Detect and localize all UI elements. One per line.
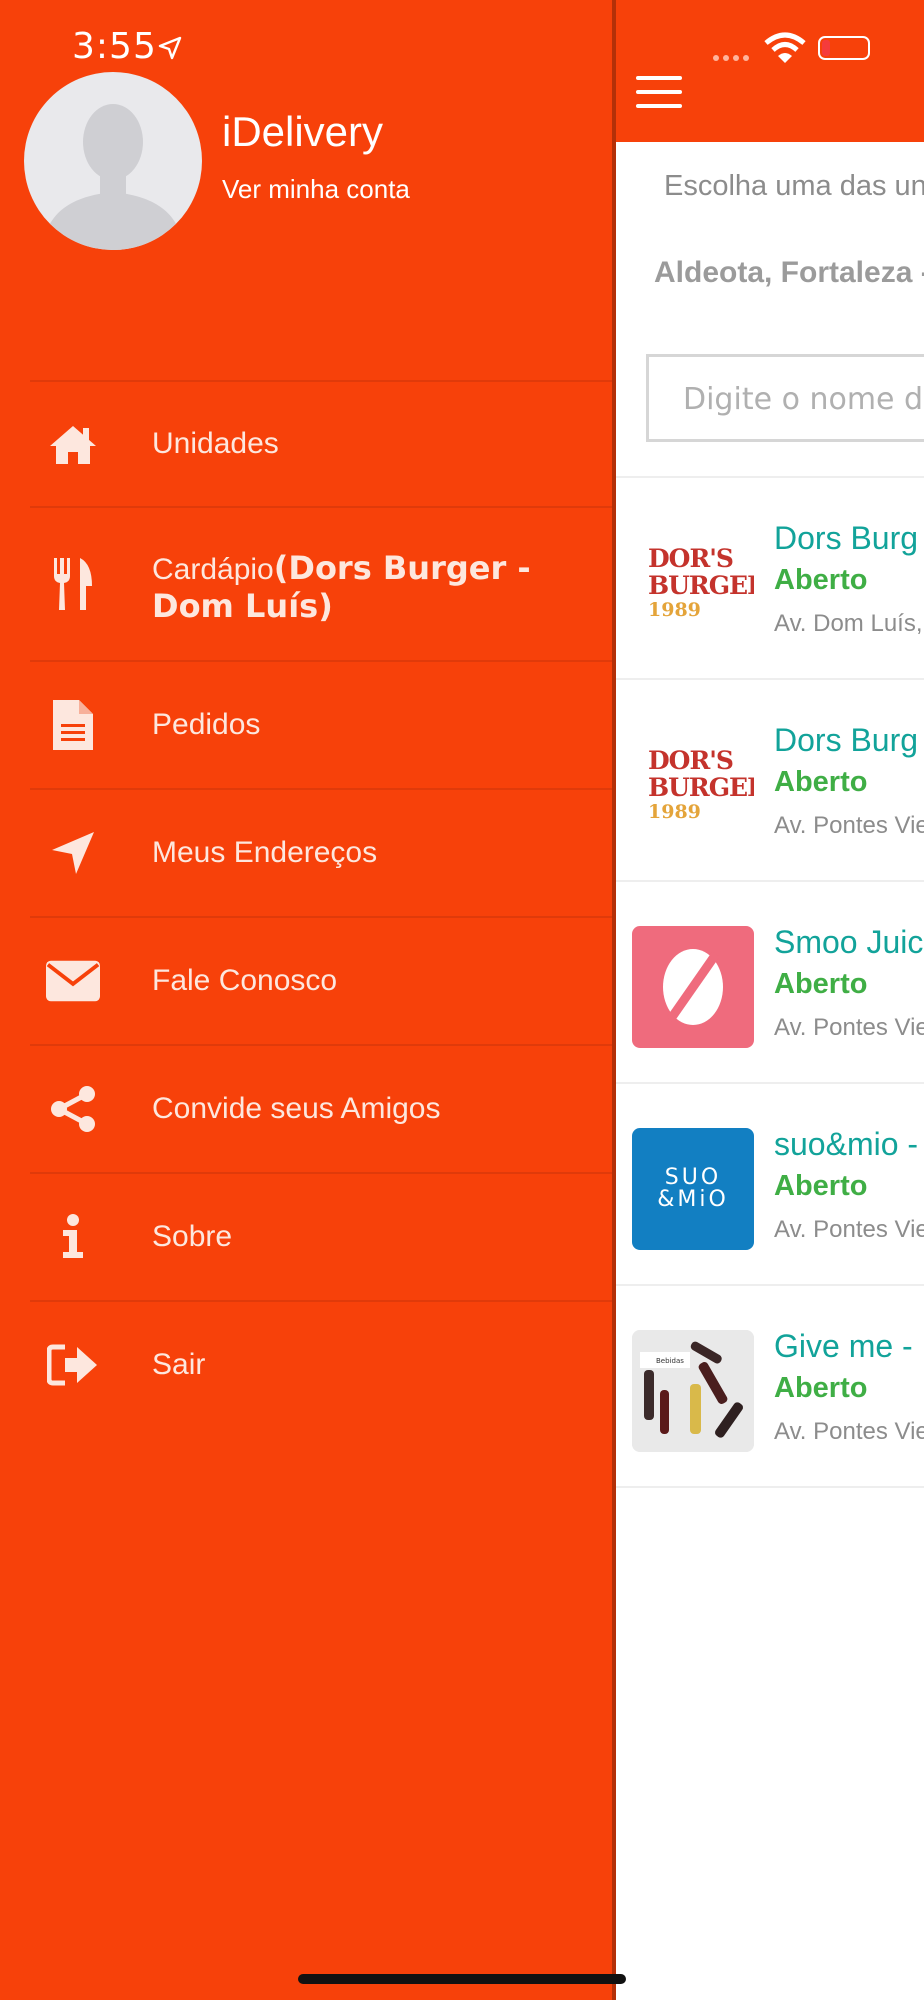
choose-unit-text: Escolha uma das unida [664,170,924,202]
document-icon [46,698,100,752]
envelope-icon [46,954,100,1008]
give-me-logo: Bebidas [632,1330,754,1452]
logo-text: 1989 [648,599,701,621]
wine-bottles-photo: Bebidas [632,1330,754,1452]
dors-burger-logo: DOR'S BURGER 1989 [632,522,754,644]
unit-row[interactable]: DOR'S BURGER 1989 Dors Burg Aberto Av. D… [614,478,924,680]
logo-text: &MiO [657,1187,729,1212]
location-arrow-icon [46,826,100,880]
menu-label: Unidades [152,427,279,460]
utensils-icon [46,557,100,611]
menu-label: Cardápio(Dors Burger - Dom Luís) [152,550,614,626]
unit-address: Av. Pontes Viei [774,1014,924,1041]
logo-text: BURGER [648,773,754,802]
wifi-icon [764,32,806,63]
drawer-menu: Unidades Cardápio(Dors Burger - Dom Luís… [30,380,614,1428]
unit-address: Av. Pontes Viei [774,1216,924,1243]
search-field[interactable] [646,354,924,442]
menu-label-text: Cardápio [152,553,274,586]
unit-list: DOR'S BURGER 1989 Dors Burg Aberto Av. D… [614,476,924,1488]
unit-status: Aberto [774,564,868,596]
unit-status: Aberto [774,1372,868,1404]
unit-row[interactable]: Bebidas Give me - Aberto Av. Pontes Viei [614,1286,924,1488]
menu-item-sair[interactable]: Sair [30,1300,614,1428]
unit-status: Aberto [774,968,868,1000]
menu-item-pedidos[interactable]: Pedidos [30,660,614,788]
menu-item-cardapio[interactable]: Cardápio(Dors Burger - Dom Luís) [30,506,614,660]
unit-address: Av. Pontes Viei [774,812,924,839]
unit-name: Smoo Juic [774,924,924,960]
unit-row[interactable]: Smoo Juic Aberto Av. Pontes Viei [614,882,924,1084]
side-drawer: 3:55 iDelivery Ver minha conta Unidades … [0,0,614,2000]
menu-label: Sair [152,1348,206,1381]
user-silhouette-icon [42,104,184,250]
menu-item-convide[interactable]: Convide seus Amigos [30,1044,614,1172]
unit-name: suo&mio - [774,1126,919,1162]
share-icon [46,1082,100,1136]
menu-label: Sobre [152,1220,233,1253]
menu-label: Fale Conosco [152,964,338,997]
location-services-icon [158,36,182,60]
unit-name: Dors Burg [774,722,919,758]
drawer-shadow [612,0,616,2000]
location-selector[interactable]: Aldeota, Fortaleza - [654,256,924,290]
suo-mio-logo: SUO &MiO [632,1128,754,1250]
dors-burger-logo: DOR'S BURGER 1989 [632,724,754,846]
status-time: 3:55 [72,26,157,67]
cellular-signal-icon [713,55,749,61]
smoo-logo-icon [663,949,723,1025]
smoo-juice-logo [632,926,754,1048]
unit-status: Aberto [774,1170,868,1202]
hamburger-menu-icon[interactable] [636,76,682,112]
unit-name: Give me - [774,1328,913,1364]
profile-name: iDelivery [222,108,384,155]
logo-text: DOR'S [648,544,734,573]
menu-label: Convide seus Amigos [152,1092,441,1125]
unit-address: Av. Pontes Viei [774,1418,924,1445]
menu-label: Meus Endereços [152,836,378,869]
home-indicator[interactable] [298,1974,626,1984]
info-icon [46,1210,100,1264]
logo-text: DOR'S [648,746,734,775]
sign-out-icon [46,1338,100,1392]
unit-name: Dors Burg [774,520,919,556]
logo-text: SUO [664,1165,722,1190]
menu-item-fale-conosco[interactable]: Fale Conosco [30,916,614,1044]
menu-item-unidades[interactable]: Unidades [30,380,614,506]
app-header [614,0,924,142]
menu-label: Pedidos [152,708,261,741]
unit-status: Aberto [774,766,868,798]
menu-item-enderecos[interactable]: Meus Endereços [30,788,614,916]
unit-row[interactable]: SUO &MiO suo&mio - Aberto Av. Pontes Vie… [614,1084,924,1286]
logo-caption: Bebidas [656,1357,684,1365]
view-account-link[interactable]: Ver minha conta [222,174,410,205]
menu-item-sobre[interactable]: Sobre [30,1172,614,1300]
unit-address: Av. Dom Luís, n [774,610,924,637]
units-screen: Escolha uma das unida Aldeota, Fortaleza… [614,0,924,2000]
unit-row[interactable]: DOR'S BURGER 1989 Dors Burg Aberto Av. P… [614,680,924,882]
search-input[interactable] [649,357,924,441]
avatar[interactable] [24,72,202,250]
logo-text: BURGER [648,571,754,600]
home-icon [46,417,100,471]
battery-icon [818,36,870,60]
logo-text: 1989 [648,801,701,823]
